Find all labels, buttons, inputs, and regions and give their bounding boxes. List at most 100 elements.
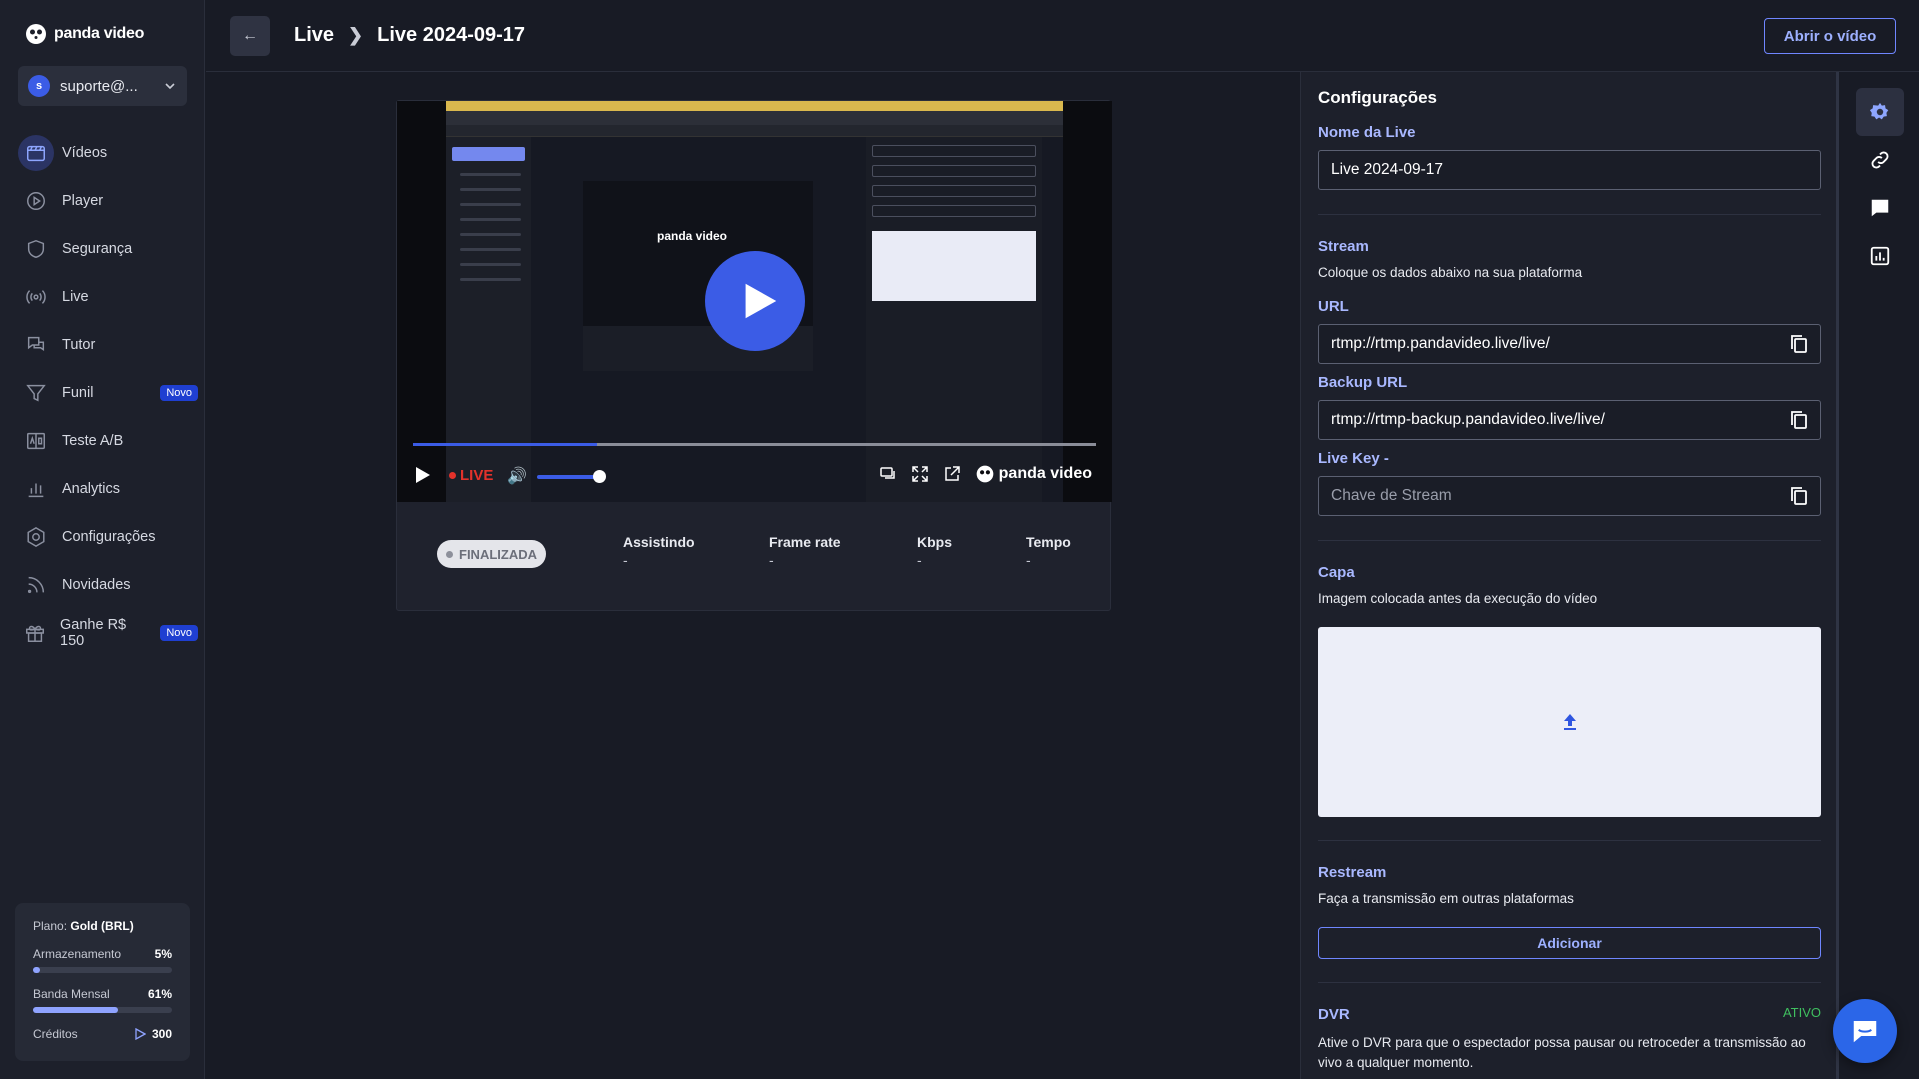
back-button[interactable]: ← bbox=[230, 16, 270, 56]
big-play-button[interactable] bbox=[705, 251, 805, 351]
backup-url-label: Backup URL bbox=[1318, 374, 1408, 391]
bar-chart-icon bbox=[24, 477, 48, 501]
live-name-input[interactable]: Live 2024-09-17 bbox=[1318, 150, 1821, 190]
panda-logo-icon bbox=[26, 24, 46, 44]
stat-kbps: Kbps - bbox=[917, 534, 952, 568]
support-chat-button[interactable] bbox=[1833, 999, 1897, 1063]
divider bbox=[1318, 840, 1821, 841]
status-badge: FINALIZADA bbox=[437, 540, 546, 568]
stat-assistindo: Assistindo - bbox=[623, 534, 695, 568]
video-icon bbox=[18, 135, 54, 171]
sidebar-item-tutor[interactable]: Tutor bbox=[18, 325, 198, 365]
bandwidth-bar-fill bbox=[33, 1007, 118, 1013]
avatar: s bbox=[28, 75, 50, 97]
rail-analytics[interactable] bbox=[1856, 232, 1904, 280]
status-label: FINALIZADA bbox=[459, 546, 537, 562]
sidebar-item-label: Analytics bbox=[62, 481, 121, 497]
chat-icon bbox=[1871, 199, 1889, 217]
sidebar-item-seguranca[interactable]: Segurança bbox=[18, 229, 198, 269]
stream-description: Coloque os dados abaixo na sua plataform… bbox=[1318, 265, 1583, 280]
stat-label: Tempo bbox=[1026, 534, 1071, 550]
add-restream-button[interactable]: Adicionar bbox=[1318, 927, 1821, 959]
url-label: URL bbox=[1318, 298, 1349, 315]
divider bbox=[1318, 214, 1821, 215]
stat-frame-rate: Frame rate - bbox=[769, 534, 841, 568]
open-video-button[interactable]: Abrir o vídeo bbox=[1764, 18, 1896, 54]
chevron-down-icon bbox=[165, 83, 175, 90]
player-logo-text: panda video bbox=[998, 465, 1092, 482]
account-name: suporte@... bbox=[60, 77, 138, 95]
sidebar-item-label: Tutor bbox=[62, 337, 96, 353]
chat-bubbles-icon[interactable] bbox=[879, 465, 897, 483]
external-link-icon[interactable] bbox=[943, 465, 961, 483]
arrow-left-icon: ← bbox=[242, 27, 258, 44]
live-name-value: Live 2024-09-17 bbox=[1331, 161, 1444, 178]
sidebar-item-funil[interactable]: Funil Novo bbox=[18, 373, 198, 413]
divider bbox=[1318, 540, 1821, 541]
breadcrumb-live[interactable]: Live bbox=[294, 24, 334, 47]
seek-bar-fill bbox=[413, 443, 598, 446]
live-key-label: Live Key - bbox=[1318, 450, 1389, 467]
cover-label: Capa bbox=[1318, 564, 1355, 581]
play-icon[interactable] bbox=[415, 466, 431, 484]
sidebar-item-analytics[interactable]: Analytics bbox=[18, 469, 198, 509]
url-field[interactable]: rtmp://rtmp.pandavideo.live/live/ bbox=[1318, 324, 1821, 364]
link-icon bbox=[1871, 151, 1889, 169]
volume-icon[interactable]: 🔊 bbox=[507, 466, 527, 486]
sidebar-item-novidades[interactable]: Novidades bbox=[18, 565, 198, 605]
top-bar: ← Live ❯ Live 2024-09-17 Abrir o vídeo bbox=[206, 0, 1919, 72]
breadcrumb-current: Live 2024-09-17 bbox=[377, 24, 526, 46]
sidebar-item-teste-ab[interactable]: Teste A/B bbox=[18, 421, 198, 461]
plan-name-row: Plano: Gold (BRL) bbox=[33, 919, 172, 933]
cover-upload-area[interactable] bbox=[1318, 627, 1821, 817]
stat-value: - bbox=[917, 552, 922, 568]
sidebar-item-player[interactable]: Player bbox=[18, 181, 198, 221]
rail-settings[interactable] bbox=[1856, 88, 1904, 136]
settings-icon bbox=[24, 525, 48, 549]
volume-slider[interactable] bbox=[537, 475, 597, 479]
stat-value: - bbox=[623, 552, 628, 568]
support-chat-icon bbox=[1853, 1021, 1877, 1043]
copy-icon[interactable] bbox=[1788, 409, 1810, 431]
live-stats: FINALIZADA Assistindo - Frame rate - Kbps -… bbox=[397, 502, 1112, 612]
gift-icon bbox=[24, 621, 46, 645]
live-indicator[interactable]: LIVE bbox=[449, 467, 493, 484]
bandwidth-value: 61% bbox=[147, 987, 172, 1001]
rail-chat[interactable] bbox=[1856, 184, 1904, 232]
chat-icon bbox=[24, 333, 48, 357]
plan-card: Plano: Gold (BRL) Armazenamento 5% Banda… bbox=[15, 903, 190, 1061]
seek-bar[interactable] bbox=[413, 443, 1096, 446]
rail-link[interactable] bbox=[1856, 136, 1904, 184]
dvr-description: Ative o DVR para que o espectador possa … bbox=[1318, 1035, 1806, 1070]
cover-description: Imagem colocada antes da execução do víd… bbox=[1318, 591, 1598, 606]
breadcrumb: Live ❯ Live 2024-09-17 bbox=[294, 24, 525, 47]
volume-knob[interactable] bbox=[593, 470, 606, 483]
sidebar-item-label: Teste A/B bbox=[62, 433, 124, 449]
storage-bar bbox=[33, 967, 172, 973]
sidebar-item-live[interactable]: Live bbox=[18, 277, 198, 317]
storage-bar-fill bbox=[33, 967, 40, 973]
sidebar-item-label: Live bbox=[62, 289, 89, 305]
play-icon bbox=[745, 283, 777, 319]
video-player[interactable]: panda video LIVE 🔊 panda video bbox=[397, 101, 1112, 502]
brand-logo[interactable]: panda video bbox=[24, 22, 144, 46]
plan-name: Gold (BRL) bbox=[70, 919, 134, 933]
copy-icon[interactable] bbox=[1788, 485, 1810, 507]
fullscreen-icon[interactable] bbox=[911, 465, 929, 483]
live-key-field[interactable]: Chave de Stream bbox=[1318, 476, 1821, 516]
live-label: LIVE bbox=[460, 467, 494, 484]
copy-icon[interactable] bbox=[1788, 333, 1810, 355]
backup-url-field[interactable]: rtmp://rtmp-backup.pandavideo.live/live/ bbox=[1318, 400, 1821, 440]
new-badge: Novo bbox=[160, 625, 198, 641]
chevron-right-icon: ❯ bbox=[348, 25, 364, 45]
funnel-icon bbox=[24, 381, 48, 405]
sidebar-item-ganhe[interactable]: Ganhe R$ 150 Novo bbox=[18, 613, 198, 653]
url-value: rtmp://rtmp.pandavideo.live/live/ bbox=[1331, 335, 1550, 352]
rss-icon bbox=[24, 573, 48, 597]
account-selector[interactable]: s suporte@... bbox=[18, 66, 187, 106]
player-card: panda video LIVE 🔊 panda video FINALIZAD… bbox=[396, 100, 1112, 612]
sidebar-item-videos[interactable]: Vídeos bbox=[18, 133, 198, 173]
sidebar-item-label: Configurações bbox=[62, 529, 156, 545]
stat-value: - bbox=[769, 552, 774, 568]
sidebar-item-configuracoes[interactable]: Configurações bbox=[18, 517, 198, 557]
